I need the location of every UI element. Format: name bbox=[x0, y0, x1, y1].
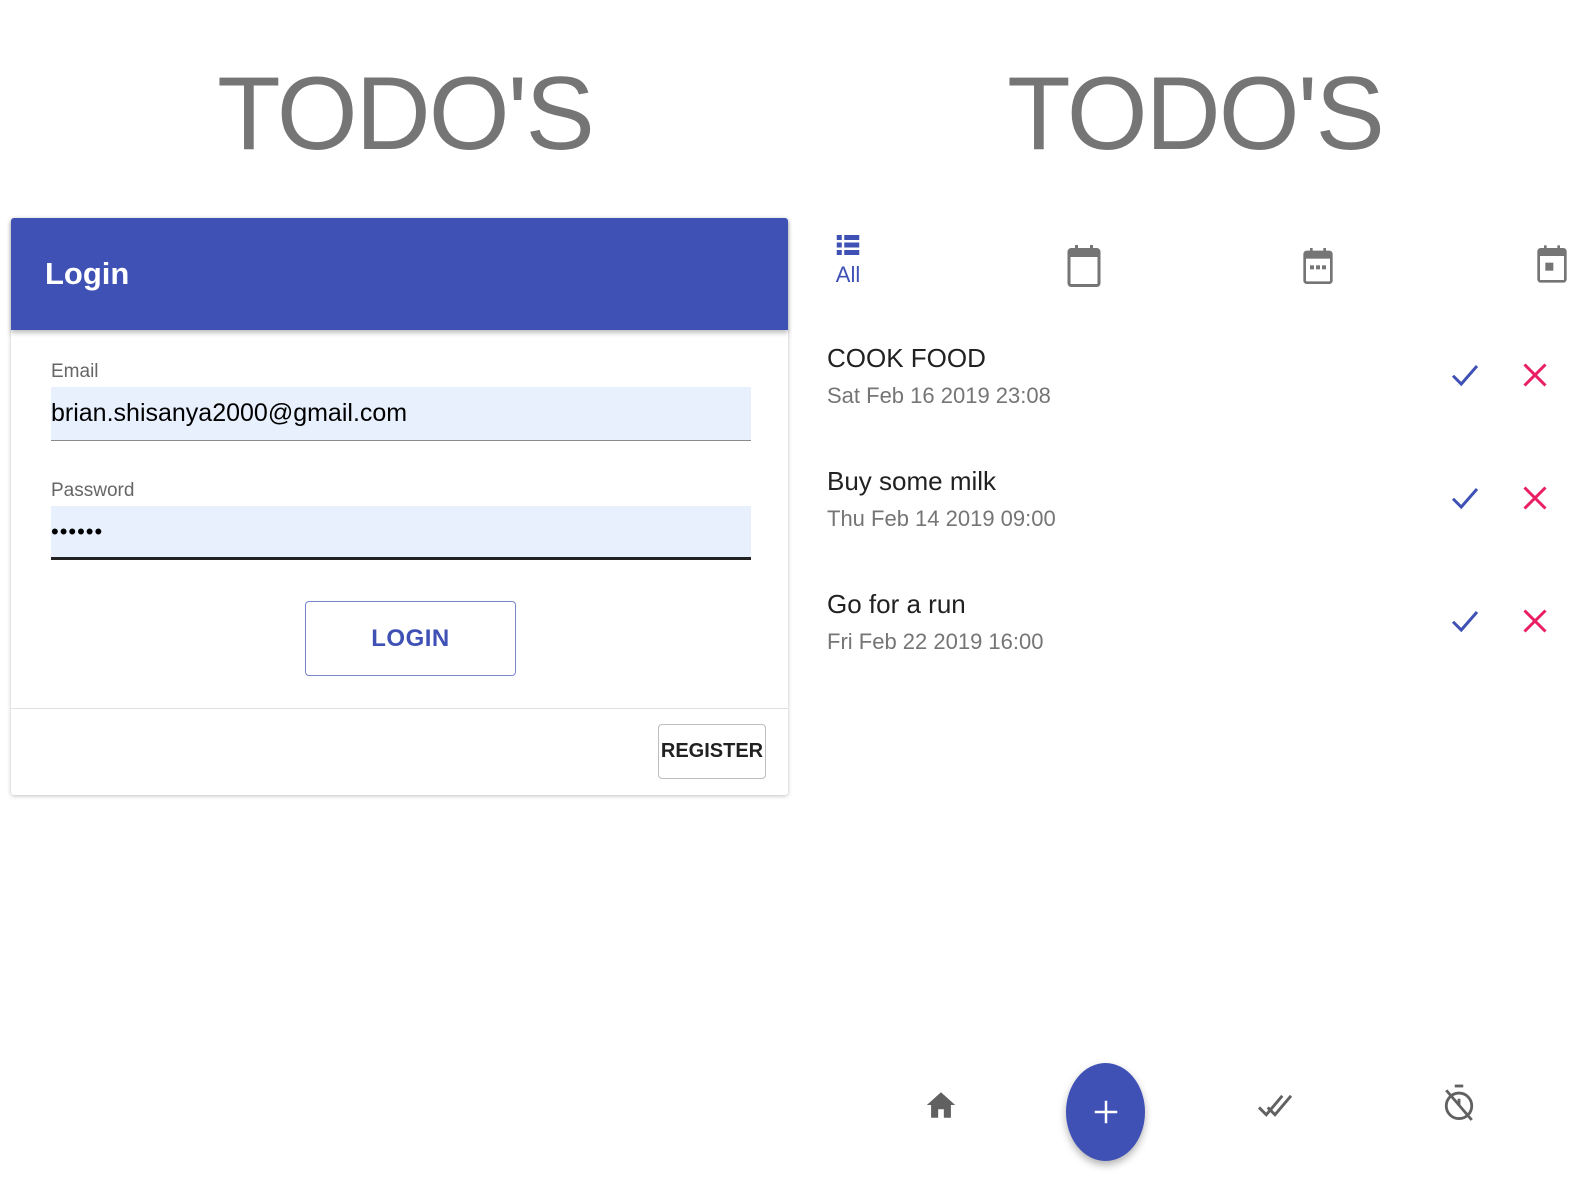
todo-date: Fri Feb 22 2019 16:00 bbox=[827, 629, 1044, 654]
todo-item: Buy some milk Thu Feb 14 2019 09:00 bbox=[827, 466, 1547, 566]
tab-all-label: All bbox=[835, 262, 861, 287]
login-card: Login Email Password LOGIN REGISTER bbox=[11, 218, 788, 795]
done-all-icon[interactable] bbox=[1257, 1090, 1293, 1122]
todo-date: Sat Feb 16 2019 23:08 bbox=[827, 383, 1051, 408]
todo-item: Go for a run Fri Feb 22 2019 16:00 bbox=[827, 589, 1547, 689]
tab-calendar-day[interactable] bbox=[1536, 245, 1568, 283]
todo-date: Thu Feb 14 2019 09:00 bbox=[827, 506, 1056, 531]
calendar-blank-icon bbox=[1067, 245, 1101, 287]
check-icon[interactable] bbox=[1447, 357, 1483, 393]
password-label: Password bbox=[51, 480, 135, 501]
password-field[interactable] bbox=[51, 506, 751, 560]
email-field[interactable] bbox=[51, 387, 751, 441]
tab-all[interactable]: All bbox=[833, 230, 863, 288]
tab-calendar-blank[interactable] bbox=[1066, 245, 1102, 287]
page: TODO'S Login Email Password LOGIN REGIST… bbox=[0, 0, 1590, 1200]
calendar-day-icon bbox=[1537, 245, 1567, 283]
calendar-week-icon bbox=[1303, 248, 1333, 284]
close-icon[interactable] bbox=[1517, 357, 1553, 393]
todo-item: COOK FOOD Sat Feb 16 2019 23:08 bbox=[827, 343, 1547, 443]
close-icon[interactable] bbox=[1517, 603, 1553, 639]
check-icon[interactable] bbox=[1447, 603, 1483, 639]
todo-title: Buy some milk bbox=[827, 466, 997, 496]
app-title-right: TODO'S bbox=[1007, 56, 1385, 172]
todo-title: Go for a run bbox=[827, 589, 966, 619]
card-divider bbox=[11, 708, 788, 709]
login-button[interactable]: LOGIN bbox=[305, 601, 516, 676]
login-card-header: Login bbox=[11, 218, 788, 330]
home-icon[interactable] bbox=[924, 1088, 958, 1122]
tab-calendar-week[interactable] bbox=[1302, 248, 1334, 284]
list-icon bbox=[836, 235, 860, 255]
register-button[interactable]: REGISTER bbox=[658, 724, 766, 779]
timer-off-icon[interactable] bbox=[1442, 1083, 1476, 1123]
add-button[interactable] bbox=[1066, 1063, 1145, 1161]
login-card-title: Login bbox=[45, 256, 130, 291]
check-icon[interactable] bbox=[1447, 480, 1483, 516]
add-icon bbox=[1094, 1100, 1117, 1124]
todo-title: COOK FOOD bbox=[827, 343, 986, 373]
app-title-left: TODO'S bbox=[217, 56, 595, 172]
close-icon[interactable] bbox=[1517, 480, 1553, 516]
email-label: Email bbox=[51, 361, 99, 382]
